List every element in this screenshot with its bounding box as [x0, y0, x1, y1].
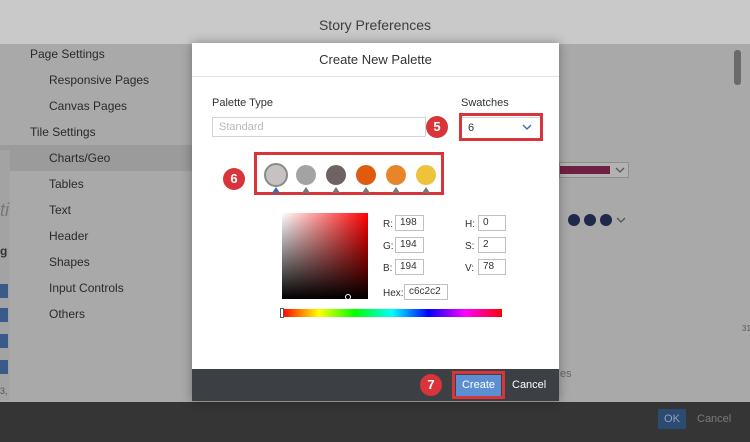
sidebar-item-page-settings[interactable]: Page Settings [0, 41, 200, 67]
chevron-down-icon [615, 167, 625, 173]
sidebar-item-shapes[interactable]: Shapes [0, 249, 200, 275]
preview-fragment-g: g [0, 244, 8, 258]
palette-dot [600, 214, 612, 226]
h-label: H: [465, 219, 475, 230]
preferences-footer [0, 402, 750, 442]
chevron-down-icon [616, 217, 626, 223]
palette-swatch[interactable] [326, 165, 346, 185]
v-input[interactable]: 78 [478, 259, 506, 275]
sidebar-item-charts-geo[interactable]: Charts/Geo [0, 145, 200, 171]
preview-bar [0, 360, 8, 374]
preview-fragment-3: 3, [0, 386, 8, 396]
b-input[interactable]: 194 [395, 259, 424, 275]
palette-swatch[interactable] [416, 165, 436, 185]
g-label: G: [383, 241, 394, 252]
palette-dropdown[interactable] [559, 212, 629, 228]
palette-dot [584, 214, 596, 226]
sidebar-item-tables[interactable]: Tables [0, 171, 200, 197]
ok-button[interactable]: OK [658, 409, 686, 429]
r-label: R: [383, 219, 393, 230]
hex-label: Hex: [383, 288, 404, 299]
swatch-marker-icon [302, 187, 310, 193]
palette-type-input[interactable]: Standard [212, 117, 426, 137]
dialog-title: Create New Palette [192, 43, 559, 77]
preview-bar [0, 334, 8, 348]
hue-slider[interactable] [282, 309, 502, 317]
preview-fragment-31: 31 [742, 324, 750, 333]
step-badge-7: 7 [420, 374, 442, 396]
r-input[interactable]: 198 [395, 215, 424, 231]
step-badge-5: 5 [426, 116, 448, 138]
s-label: S: [465, 241, 475, 252]
palette-swatch[interactable] [386, 165, 406, 185]
scrollbar-thumb[interactable] [734, 50, 741, 85]
sidebar-item-header[interactable]: Header [0, 223, 200, 249]
cancel-button[interactable]: Cancel [512, 375, 546, 396]
create-palette-dialog: Create New Palette Palette Type Standard… [192, 43, 559, 401]
sidebar-item-text[interactable]: Text [0, 197, 200, 223]
color-picker-handle[interactable] [345, 294, 351, 300]
saturation-value-picker[interactable] [282, 213, 368, 299]
hue-slider-handle[interactable] [280, 308, 284, 318]
create-button[interactable]: Create [456, 375, 501, 396]
v-label: V: [465, 263, 475, 274]
palette-swatch[interactable] [356, 165, 376, 185]
palette-dot [568, 214, 580, 226]
swatch-marker-icon [392, 187, 400, 193]
palette-swatch[interactable] [264, 163, 288, 187]
callout-box-swatches [459, 113, 543, 141]
sidebar-item-tile-settings[interactable]: Tile Settings [0, 119, 200, 145]
swatch-marker-icon [362, 187, 370, 193]
preferences-title: Story Preferences [318, 17, 432, 33]
preview-bar [0, 284, 8, 298]
b-label: B: [383, 263, 393, 274]
sidebar-item-others[interactable]: Others [0, 301, 200, 327]
hex-input[interactable]: c6c2c2 [404, 284, 448, 300]
s-input[interactable]: 2 [478, 237, 506, 253]
preview-fragment-ti: ti [0, 200, 9, 220]
step-badge-6: 6 [223, 168, 245, 190]
gradient-preview [560, 166, 610, 174]
swatches-label: Swatches [461, 97, 509, 109]
footer-cancel-button[interactable]: Cancel [697, 409, 731, 429]
g-input[interactable]: 194 [395, 237, 424, 253]
background-color-dropdown[interactable] [559, 162, 629, 178]
preview-bar [0, 308, 8, 322]
h-input[interactable]: 0 [478, 215, 506, 231]
sidebar-item-input-controls[interactable]: Input Controls [0, 275, 200, 301]
sidebar-item-responsive-pages[interactable]: Responsive Pages [0, 67, 200, 93]
swatch-marker-icon [422, 187, 430, 193]
swatch-marker-icon [332, 187, 340, 193]
swatch-marker-icon [272, 187, 280, 193]
palette-swatch[interactable] [296, 165, 316, 185]
palette-type-label: Palette Type [212, 97, 273, 109]
sidebar-item-canvas-pages[interactable]: Canvas Pages [0, 93, 200, 119]
preview-fragment-es: es [560, 368, 572, 380]
